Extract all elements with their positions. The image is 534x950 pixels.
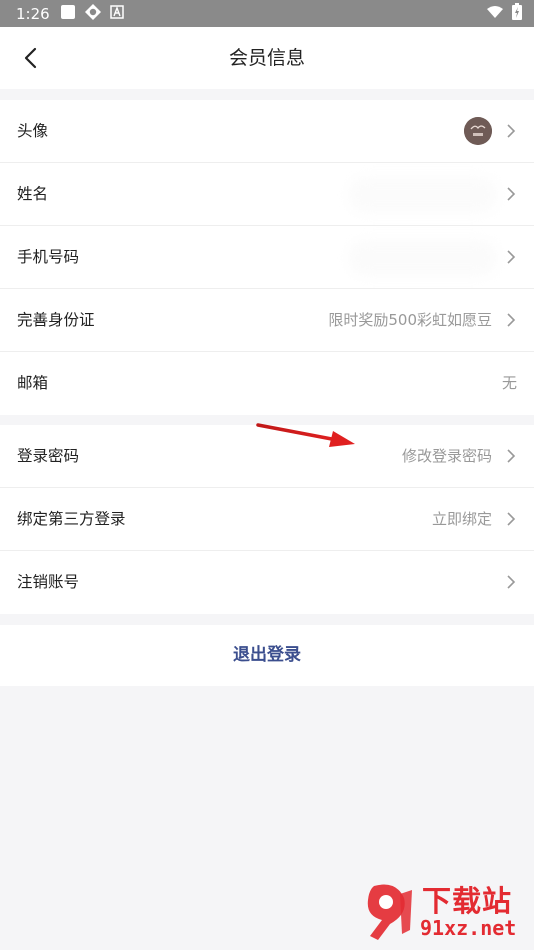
account-group: 登录密码 修改登录密码 绑定第三方登录 立即绑定 注销账号 bbox=[0, 425, 534, 614]
row-value: 无 bbox=[501, 374, 517, 392]
row-value: 立即绑定 bbox=[431, 510, 492, 528]
redacted-value bbox=[348, 177, 498, 213]
a-icon bbox=[109, 4, 124, 23]
watermark-logo-icon bbox=[367, 884, 412, 940]
chevron-right-icon bbox=[507, 575, 516, 589]
row-name[interactable]: 姓名 bbox=[0, 163, 534, 226]
row-avatar[interactable]: 头像 bbox=[0, 100, 534, 163]
chevron-right-icon bbox=[507, 449, 516, 463]
row-label: 手机号码 bbox=[17, 248, 80, 266]
logout-button[interactable]: 退出登录 bbox=[0, 625, 534, 686]
watermark: 下载站 91xz.net bbox=[360, 876, 530, 946]
status-bar: 1:26 bbox=[0, 0, 534, 27]
row-label: 登录密码 bbox=[17, 447, 80, 465]
row-email: 邮箱 无 bbox=[0, 352, 534, 415]
row-id-card[interactable]: 完善身份证 限时奖励500彩虹如愿豆 bbox=[0, 289, 534, 352]
battery-icon bbox=[512, 3, 522, 24]
profile-group: 头像 姓名 手机号码 完善身份证 限时奖励500彩虹如愿豆 邮箱 无 bbox=[0, 100, 534, 415]
row-cancel-account[interactable]: 注销账号 bbox=[0, 551, 534, 614]
row-label: 绑定第三方登录 bbox=[17, 510, 126, 528]
chevron-right-icon bbox=[507, 187, 516, 201]
redacted-value bbox=[348, 240, 498, 276]
chevron-right-icon bbox=[507, 250, 516, 264]
square-icon bbox=[60, 4, 76, 24]
page-title: 会员信息 bbox=[228, 47, 305, 69]
watermark-bottom-text: 91xz.net bbox=[420, 916, 517, 940]
chevron-right-icon bbox=[507, 124, 516, 138]
watermark-top-text: 下载站 bbox=[422, 884, 513, 918]
chevron-right-icon bbox=[507, 313, 516, 327]
sync-icon bbox=[84, 3, 102, 25]
row-bind-third-party[interactable]: 绑定第三方登录 立即绑定 bbox=[0, 488, 534, 551]
row-label: 邮箱 bbox=[17, 374, 49, 392]
avatar bbox=[464, 117, 492, 145]
wifi-icon bbox=[486, 5, 504, 23]
row-value: 修改登录密码 bbox=[401, 447, 492, 465]
annotation-arrow-icon bbox=[256, 423, 355, 447]
chevron-right-icon bbox=[507, 512, 516, 526]
status-time: 1:26 bbox=[16, 4, 50, 23]
row-label: 头像 bbox=[17, 122, 49, 140]
row-label: 注销账号 bbox=[17, 573, 80, 591]
row-value: 限时奖励500彩虹如愿豆 bbox=[328, 311, 492, 329]
row-label: 完善身份证 bbox=[17, 311, 95, 329]
header-bar: 会员信息 bbox=[0, 27, 534, 89]
row-label: 姓名 bbox=[17, 185, 49, 203]
row-phone[interactable]: 手机号码 bbox=[0, 226, 534, 289]
